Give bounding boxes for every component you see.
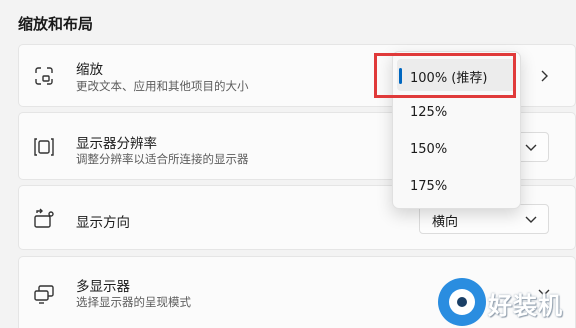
- multi-display-title: 多显示器: [76, 279, 130, 295]
- chevron-right-icon[interactable]: [537, 69, 551, 83]
- resolution-icon: [33, 136, 55, 158]
- multi-display-subtitle: 选择显示器的呈现模式: [76, 295, 191, 309]
- scale-option-125[interactable]: 125%: [397, 97, 516, 129]
- orientation-title: 显示方向: [76, 215, 130, 231]
- orientation-value: 横向: [432, 215, 459, 230]
- chevron-down-icon: [524, 140, 538, 154]
- scale-title: 缩放: [76, 62, 103, 78]
- scale-option-label: 175%: [410, 179, 448, 194]
- scale-option-150[interactable]: 150%: [397, 134, 516, 166]
- resolution-subtitle: 调整分辨率以适合所连接的显示器: [76, 152, 249, 166]
- scale-subtitle: 更改文本、应用和其他项目的大小: [76, 79, 249, 93]
- eye-logo-icon: [438, 278, 486, 326]
- scale-option-175[interactable]: 175%: [397, 171, 516, 203]
- scale-icon: [33, 65, 55, 87]
- multi-display-icon: [33, 283, 55, 305]
- highlight-annotation: [374, 53, 516, 98]
- scale-option-label: 125%: [410, 105, 448, 120]
- watermark-text: 好装机: [488, 292, 563, 320]
- scale-option-label: 150%: [410, 142, 448, 157]
- chevron-down-icon: [524, 212, 538, 226]
- section-title: 缩放和布局: [18, 15, 94, 33]
- watermark-logo: 好装机: [438, 278, 576, 328]
- resolution-title: 显示器分辨率: [76, 136, 157, 152]
- orientation-icon: [33, 208, 55, 230]
